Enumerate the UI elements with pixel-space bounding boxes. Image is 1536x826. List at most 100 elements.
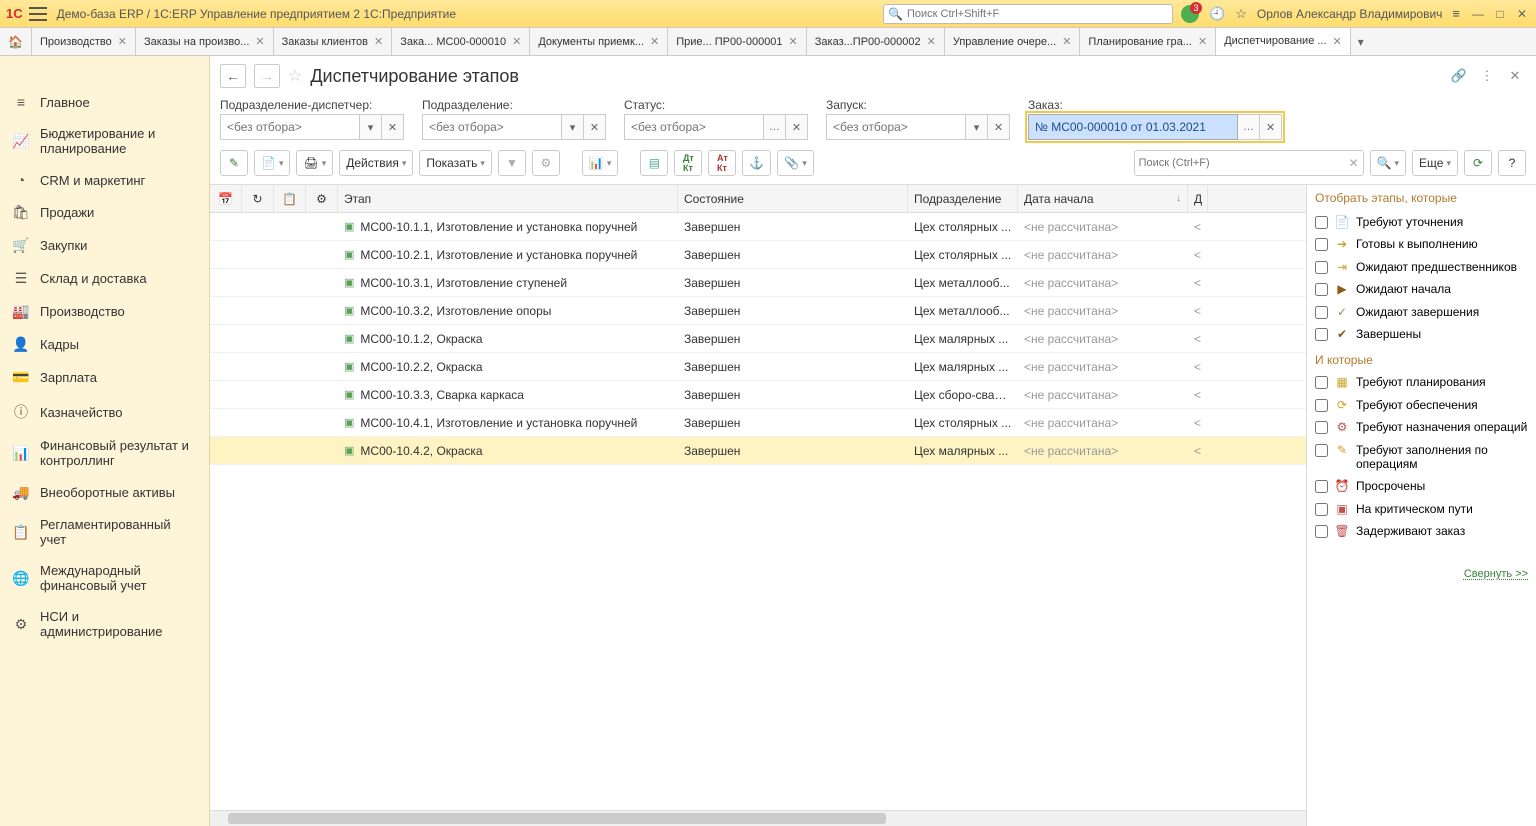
tab[interactable]: Диспетчирование ...✕: [1216, 28, 1351, 55]
sidebar-item[interactable]: ☰Склад и доставка: [0, 262, 209, 295]
filter-option[interactable]: ✔Завершены: [1315, 323, 1528, 345]
tab[interactable]: Управление очере...✕: [945, 28, 1081, 55]
show-button[interactable]: Показать▾: [419, 150, 492, 176]
report-button[interactable]: 📊▾: [582, 150, 618, 176]
actions-button[interactable]: Действия▾: [339, 150, 413, 176]
filter-checkbox[interactable]: [1315, 480, 1328, 493]
close-icon[interactable]: ✕: [789, 35, 798, 48]
close-icon[interactable]: ✕: [512, 35, 521, 48]
favorite-star-icon[interactable]: ☆: [288, 66, 302, 86]
close-page-button[interactable]: ✕: [1504, 65, 1526, 87]
filter-button[interactable]: ▼: [498, 150, 526, 176]
filter-checkbox[interactable]: [1315, 376, 1328, 389]
col-start-date[interactable]: Дата начала↓: [1018, 185, 1188, 212]
favorite-icon[interactable]: ☆: [1235, 6, 1247, 22]
refresh-button[interactable]: ⟳: [1464, 150, 1492, 176]
horizontal-scrollbar[interactable]: [210, 810, 1306, 826]
dropdown-icon[interactable]: ▾: [966, 114, 988, 140]
col-calendar-icon[interactable]: 📅: [210, 185, 242, 212]
filter-option[interactable]: ✓Ожидают завершения: [1315, 301, 1528, 323]
nav-back-button[interactable]: ←: [220, 64, 246, 88]
filter-checkbox[interactable]: [1315, 421, 1328, 434]
user-menu-icon[interactable]: ≡: [1452, 6, 1460, 21]
minimize-button[interactable]: —: [1470, 7, 1486, 21]
atкt-button[interactable]: АтКт: [708, 150, 736, 176]
toolbar-search[interactable]: ✕: [1134, 150, 1364, 176]
close-icon[interactable]: ✕: [927, 35, 936, 48]
filter-option[interactable]: ▣На критическом пути: [1315, 498, 1528, 520]
tab[interactable]: Заказы клиентов✕: [274, 28, 393, 55]
table-row[interactable]: ▣МС00-10.4.1, Изготовление и установка п…: [210, 409, 1306, 437]
sidebar-item[interactable]: 🛒Закупки: [0, 229, 209, 262]
sidebar-item[interactable]: 🚚Внеоборотные активы: [0, 476, 209, 509]
col-state[interactable]: Состояние: [678, 185, 908, 212]
table-row[interactable]: ▣МС00-10.3.1, Изготовление ступенейЗавер…: [210, 269, 1306, 297]
filter-option[interactable]: ⏰Просрочены: [1315, 475, 1528, 497]
filter-checkbox[interactable]: [1315, 216, 1328, 229]
sidebar-item[interactable]: 🏭Производство: [0, 295, 209, 328]
filter-checkbox[interactable]: [1315, 444, 1328, 457]
filter-status-input[interactable]: [624, 114, 764, 140]
edit-button[interactable]: ✎: [220, 150, 248, 176]
close-icon[interactable]: ✕: [650, 35, 659, 48]
col-d[interactable]: Д: [1188, 185, 1208, 212]
filter-checkbox[interactable]: [1315, 503, 1328, 516]
table-row[interactable]: ▣МС00-10.3.3, Сварка каркасаЗавершенЦех …: [210, 381, 1306, 409]
tab[interactable]: Зака... МС00-000010✕: [392, 28, 530, 55]
dropdown-icon[interactable]: ▾: [562, 114, 584, 140]
print-button[interactable]: 🖨▾: [296, 150, 333, 176]
select-icon[interactable]: …: [764, 114, 786, 140]
filter-option[interactable]: ➔Готовы к выполнению: [1315, 233, 1528, 255]
clear-icon[interactable]: ✕: [1260, 114, 1282, 140]
kebab-menu-icon[interactable]: ⋮: [1476, 65, 1498, 87]
filter-option[interactable]: ✎Требуют заполнения по операциям: [1315, 439, 1528, 476]
col-gear-icon[interactable]: ⚙: [306, 185, 338, 212]
notifications-badge[interactable]: [1181, 5, 1199, 23]
clear-icon[interactable]: ✕: [988, 114, 1010, 140]
filter-checkbox[interactable]: [1315, 328, 1328, 341]
filter-checkbox[interactable]: [1315, 238, 1328, 251]
dtcr-button[interactable]: ДтКт: [674, 150, 702, 176]
table-row[interactable]: ▣МС00-10.1.2, ОкраскаЗавершенЦех малярны…: [210, 325, 1306, 353]
maximize-button[interactable]: □: [1492, 7, 1508, 21]
main-menu-icon[interactable]: [29, 7, 47, 21]
table-row[interactable]: ▣МС00-10.3.2, Изготовление опорыЗавершен…: [210, 297, 1306, 325]
tab[interactable]: Планирование гра...✕: [1080, 28, 1216, 55]
filter-order-input[interactable]: [1028, 114, 1238, 140]
filter-option[interactable]: 🗑Задерживают заказ: [1315, 520, 1528, 542]
filter-checkbox[interactable]: [1315, 283, 1328, 296]
table-row[interactable]: ▣МС00-10.4.2, ОкраскаЗавершенЦех малярны…: [210, 437, 1306, 465]
sidebar-item[interactable]: ⚙НСИ и администрирование: [0, 601, 209, 647]
copy-button[interactable]: 📄▾: [254, 150, 290, 176]
nav-forward-button[interactable]: →: [254, 64, 280, 88]
table-row[interactable]: ▣МС00-10.1.1, Изготовление и установка п…: [210, 213, 1306, 241]
sidebar-item[interactable]: ⓘКазначейство: [0, 394, 209, 430]
filter-option[interactable]: ▶Ожидают начала: [1315, 278, 1528, 300]
share-button[interactable]: ⚓: [742, 150, 771, 176]
col-status-icon[interactable]: ↻: [242, 185, 274, 212]
filter-checkbox[interactable]: [1315, 261, 1328, 274]
filter-option[interactable]: ▦Требуют планирования: [1315, 371, 1528, 393]
user-name[interactable]: Орлов Александр Владимирович: [1257, 7, 1443, 21]
col-copy-icon[interactable]: 📋: [274, 185, 306, 212]
filter-checkbox[interactable]: [1315, 306, 1328, 319]
dropdown-icon[interactable]: ▾: [360, 114, 382, 140]
sidebar-item[interactable]: 📊Финансовый результат и контроллинг: [0, 430, 209, 476]
filter-checkbox[interactable]: [1315, 525, 1328, 538]
filter-option[interactable]: ⟳Требуют обеспечения: [1315, 394, 1528, 416]
tab[interactable]: Заказы на произво...✕: [136, 28, 274, 55]
table-row[interactable]: ▣МС00-10.2.1, Изготовление и установка п…: [210, 241, 1306, 269]
tab[interactable]: Производство✕: [32, 28, 136, 55]
clear-search-icon[interactable]: ✕: [1349, 156, 1359, 170]
tab[interactable]: Документы приемк...✕: [530, 28, 668, 55]
close-icon[interactable]: ✕: [1062, 35, 1071, 48]
filter-checkbox[interactable]: [1315, 399, 1328, 412]
sidebar-item[interactable]: 👤Кадры: [0, 328, 209, 361]
list-button[interactable]: ▤: [640, 150, 668, 176]
close-icon[interactable]: ✕: [1333, 35, 1342, 48]
clear-icon[interactable]: ✕: [382, 114, 404, 140]
close-icon[interactable]: ✕: [1198, 35, 1207, 48]
filter-option[interactable]: 📄Требуют уточнения: [1315, 211, 1528, 233]
filter-option[interactable]: ⇥Ожидают предшественников: [1315, 256, 1528, 278]
tab[interactable]: Прие... ПР00-000001✕: [668, 28, 807, 55]
